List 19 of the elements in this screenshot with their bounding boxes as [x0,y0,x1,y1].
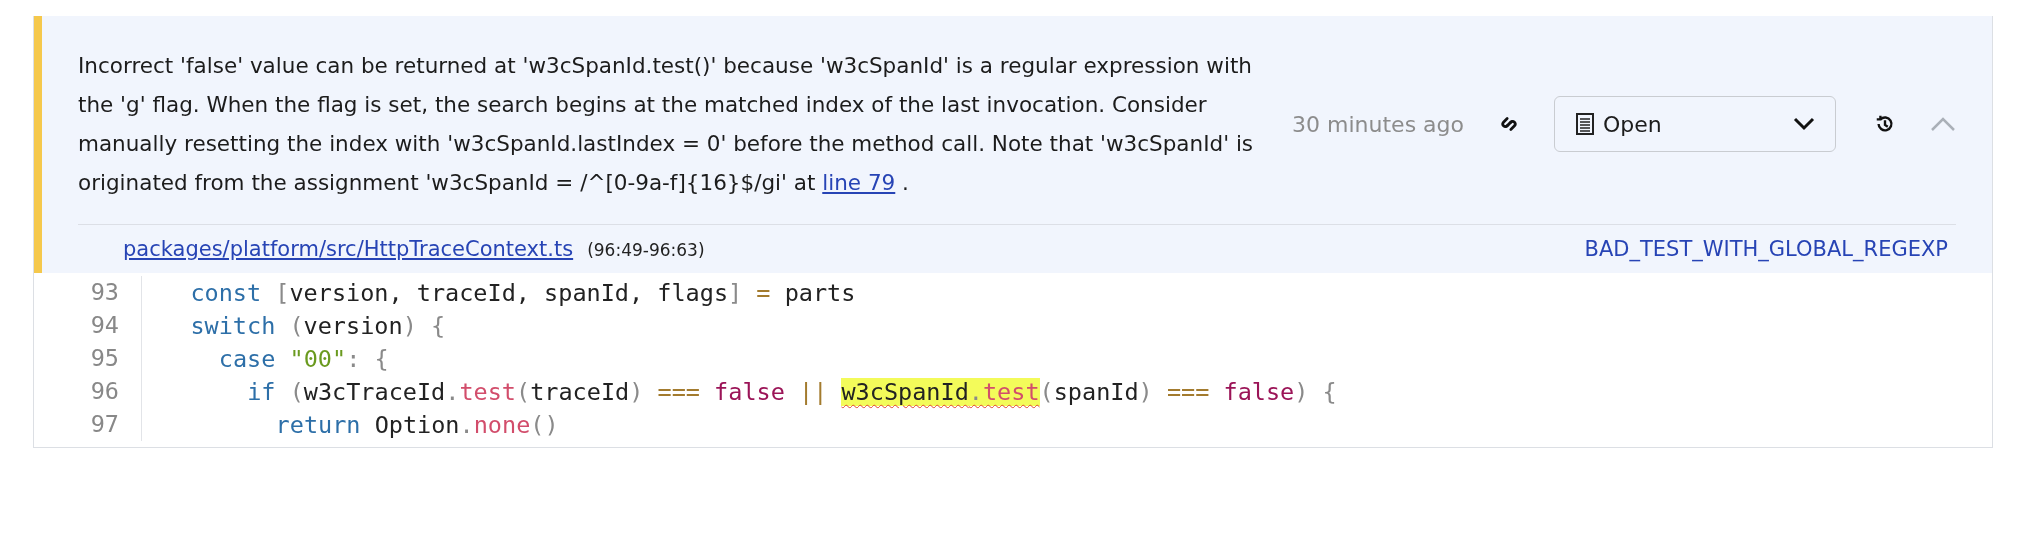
timestamp: 30 minutes ago [1292,111,1464,137]
code-line: if (w3cTraceId.test(traceId) === false || w3cSpanId.test(spanId) === false) { [247,377,1337,406]
status-dropdown[interactable]: Open [1554,96,1836,152]
line-number: 94 [34,309,142,342]
file-link[interactable]: packages/platform/src/HttpTraceContext.ts [123,237,574,261]
line-number: 96 [34,375,142,408]
chevron-down-icon [1793,117,1815,131]
code-line: return Option.none() [275,410,559,439]
code-line: case "00": { [218,344,389,373]
issue-message: Incorrect 'false' value can be returned at 'w3cSpanId.test()' because 'w3cSpanId' is a regular expression with the 'g' flag. When the flag is set, the search begins at the matched index of the last invocation. Consider manually resetting the index with 'w3cSpanId.lastIndex = 0' before the method call. Note that 'w3cSpanId' is originated from the assignment 'w3cSpanId = /^[0-9a-f]{16}$/gi' at line 79 . [78,52,1255,197]
line-number: 97 [34,408,142,441]
code-line: switch (version) { [190,311,446,340]
line-number: 95 [34,342,142,375]
rule-id: BAD_TEST_WITH_GLOBAL_REGEXP [1584,237,1948,261]
code-line: const [version, traceId, spanId, flags] = parts [190,278,856,307]
line-link[interactable]: line 79 [822,170,896,195]
line-number: 93 [34,276,142,309]
location-range: (96:49-96:63) [587,240,705,260]
document-icon [1575,112,1595,136]
